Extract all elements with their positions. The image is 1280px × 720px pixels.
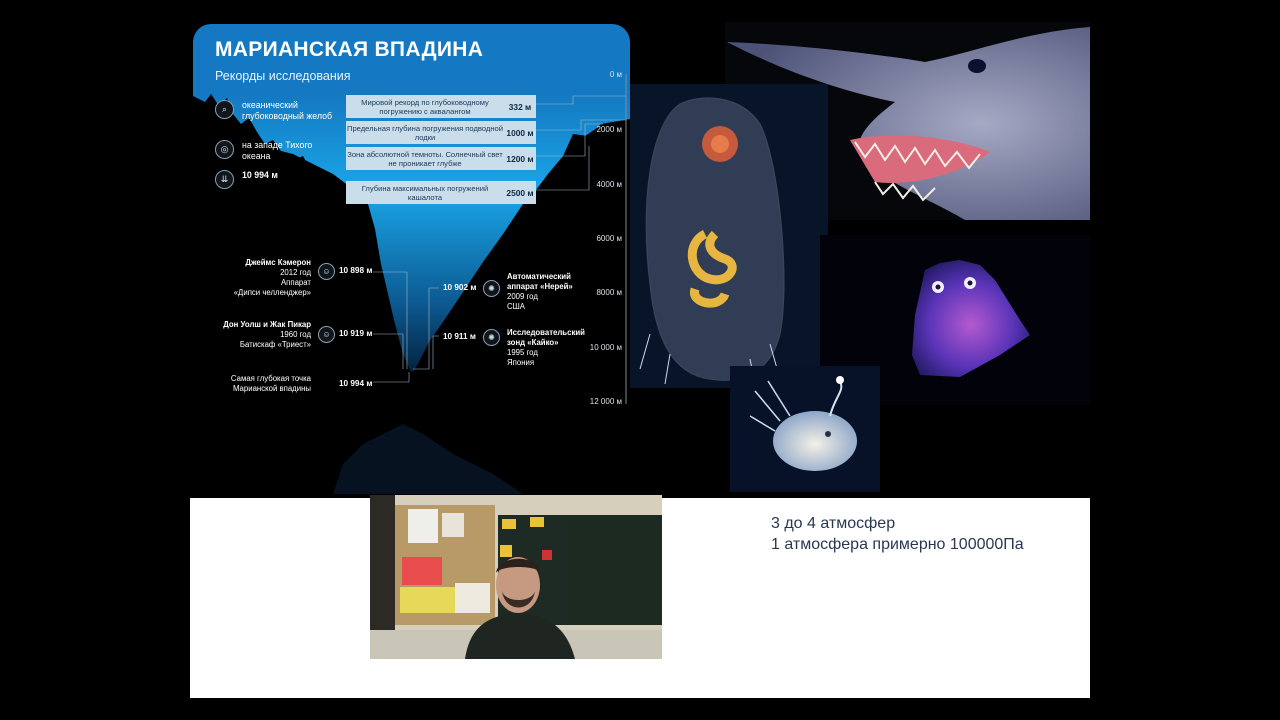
walsh-depth: 10 919 м [339, 329, 373, 338]
record-box: Предельная глубина погружения подводной … [346, 121, 536, 144]
depth-scale-label: 0 м [609, 70, 622, 79]
depth-scale-label: 4000 м [596, 180, 622, 189]
person-year: 2012 год [280, 268, 311, 277]
walsh-piccard-info: Дон Уолш и Жак Пикар 1960 год Батискаф «… [193, 320, 311, 350]
fact-depth: ⇊ 10 994 м [215, 170, 334, 189]
person-vehicle-name: «Дипси челленджер» [233, 288, 311, 297]
person-name: Дон Уолш и Жак Пикар [223, 320, 311, 329]
record-text: Мировой рекорд по глубоководному погруже… [361, 97, 489, 116]
deepest-depth: 10 994 м [339, 379, 373, 388]
cameron-depth: 10 898 м [339, 266, 373, 275]
kaiko-depth: 10 911 м [443, 332, 476, 341]
infographic-subtitle: Рекорды исследования [215, 69, 351, 83]
person-vehicle: Батискаф «Триест» [239, 340, 311, 349]
apparatus-name: Автоматический [507, 272, 571, 281]
record-text: Глубина максимальных погружений кашалота [361, 183, 489, 202]
fact-text: 10 994 м [242, 170, 278, 180]
record-box: Мировой рекорд по глубоководному погруже… [346, 95, 536, 118]
fact-text: океанический глубоководный желоб [242, 100, 333, 121]
record-value: 332 м [508, 101, 532, 112]
deepest-point-label: Марианской впадины [232, 384, 311, 393]
depth-scale-label: 6000 м [596, 234, 622, 243]
record-value: 2500 м [506, 187, 534, 198]
infographic-title: МАРИАНСКАЯ ВПАДИНА [215, 38, 484, 61]
cameron-info: Джеймс Кэмерон 2012 год Аппарат «Дипси ч… [193, 258, 311, 298]
deepest-point-label: Самая глубокая точка [230, 374, 311, 383]
robot-probe-icon: ✺ [483, 329, 500, 346]
mariana-trench-infographic: МАРИАНСКАЯ ВПАДИНА Рекорды исследования … [193, 24, 630, 494]
person-year: 1960 год [280, 330, 311, 339]
diver-icon: ☺ [318, 326, 335, 343]
apparatus-year: 2009 год [507, 292, 538, 301]
compass-icon: ◎ [215, 140, 234, 159]
record-text: Предельная глубина погружения подводной … [347, 123, 503, 142]
apparatus-year: 1995 год [507, 348, 538, 357]
record-value: 1200 м [506, 153, 534, 164]
person-name: Джеймс Кэмерон [245, 258, 311, 267]
fact-text: на западе Тихого океана [242, 140, 313, 161]
fact-location: ◎ на западе Тихого океана [215, 140, 334, 162]
apparatus-country: Япония [507, 358, 535, 367]
kaiko-info: Исследовательский зонд «Кайко» 1995 год … [507, 328, 597, 368]
fact-type: ⌕ океанический глубоководный желоб [215, 100, 334, 122]
transparent-sea-cucumber-photo [630, 84, 828, 388]
record-box: Зона абсолютной темноты. Солнечный свет … [346, 147, 536, 170]
record-value: 1000 м [506, 127, 534, 138]
record-text: Зона абсолютной темноты. Солнечный свет … [347, 149, 503, 168]
depth-scale-label: 12 000 м [589, 397, 622, 406]
apparatus-name: зонд «Кайко» [507, 338, 559, 347]
anglerfish-photo [730, 366, 880, 492]
nereus-depth: 10 902 м [443, 283, 477, 292]
nereus-info: Автоматический аппарат «Нерей» 2009 год … [507, 272, 597, 312]
note-line: 3 до 4 атмосфер [771, 515, 896, 532]
apparatus-country: США [507, 302, 525, 311]
note-line: 1 атмосфера примерно 100000Па [771, 536, 1024, 553]
diver-icon: ☺ [318, 263, 335, 280]
apparatus-name: аппарат «Нерей» [507, 282, 573, 291]
teacher-webcam-feed [370, 495, 662, 659]
deepest-point-info: Самая глубокая точка Марианской впадины [193, 374, 311, 394]
record-box: Глубина максимальных погружений кашалота… [346, 181, 536, 204]
apparatus-name: Исследовательский [507, 328, 585, 337]
slide-notes-text: 3 до 4 атмосфер 1 атмосфера примерно 100… [771, 513, 1024, 555]
person-vehicle: Аппарат [280, 278, 311, 287]
robot-probe-icon: ✺ [483, 280, 500, 297]
depth-marker-icon: ⇊ [215, 170, 234, 189]
depth-scale-label: 2000 м [596, 125, 622, 134]
magnifier-icon: ⌕ [215, 100, 234, 119]
